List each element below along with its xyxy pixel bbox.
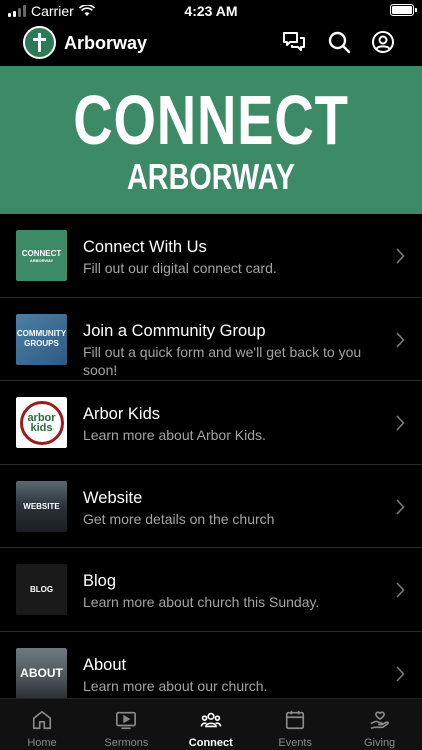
list-item-title: Website <box>83 488 143 507</box>
list-item-title: Join a Community Group <box>83 321 266 340</box>
arbor-kids-logo: arbor kids <box>16 397 67 448</box>
tab-label: Events <box>278 737 312 749</box>
about-thumbnail: ABOUT <box>16 647 67 699</box>
tab-label: Home <box>27 737 57 749</box>
battery-icon <box>390 4 417 16</box>
tab-connect[interactable]: Connect <box>169 699 253 750</box>
list-item-subtitle: Learn more about church this Sunday. <box>83 594 320 610</box>
thumb-text: BLOG <box>29 585 54 594</box>
banner-title: CONNECT <box>73 81 349 159</box>
website-thumbnail: WEBSITE <box>16 480 67 532</box>
thumb-text: arbor kids <box>27 411 56 434</box>
church-logo[interactable] <box>23 26 56 59</box>
list-item-subtitle: Learn more about Arbor Kids. <box>83 427 266 443</box>
status-time: 4:23 AM <box>184 3 238 19</box>
chevron-right-icon <box>396 665 405 682</box>
app-title: Arborway <box>64 33 148 53</box>
list-item-title: Arbor Kids <box>83 405 161 423</box>
tab-events[interactable]: Events <box>253 699 337 750</box>
list-item-subtitle: Fill out a quick form and we'll get back… <box>83 343 362 378</box>
list-item-title: Blog <box>83 572 117 590</box>
connect-banner: CONNECT ARBORWAY <box>0 66 422 214</box>
chevron-right-icon <box>396 415 405 431</box>
tab-label: Giving <box>364 737 396 749</box>
tab-label: Sermons <box>104 737 149 749</box>
thumb-text: WEBSITE <box>23 501 60 511</box>
connect-list: CONNECT ARBORWAY Connect With Us Fill out… <box>0 214 422 715</box>
profile-icon[interactable] <box>371 30 395 54</box>
connect-thumbnail: CONNECT ARBORWAY <box>16 230 67 281</box>
chevron-right-icon <box>396 248 405 264</box>
tab-home[interactable]: Home <box>0 699 84 750</box>
tab-giving[interactable]: Giving <box>338 699 422 750</box>
chevron-right-icon <box>396 331 405 348</box>
tab-bar: Home Sermons Connect Events Giving <box>0 698 422 750</box>
thumb-text: COMMUNITY GROUPS <box>16 329 67 348</box>
people-icon <box>200 712 222 728</box>
list-item-subtitle: Learn more about our church. <box>83 677 268 694</box>
calendar-icon <box>286 710 305 730</box>
banner-subtitle: ARBORWAY <box>126 156 296 197</box>
list-item-subtitle: Fill out our digital connect card. <box>83 260 277 276</box>
video-icon <box>116 711 137 730</box>
chevron-right-icon <box>396 498 405 515</box>
list-item-subtitle: Get more details on the church <box>83 510 275 527</box>
home-icon <box>32 710 52 730</box>
app-header: Arborway <box>0 22 422 66</box>
thumb-text: CONNECT <box>21 248 62 258</box>
chat-icon[interactable] <box>282 30 306 54</box>
list-item-connect-with-us[interactable]: CONNECT ARBORWAY Connect With Us Fill out… <box>0 214 422 298</box>
tab-label: Connect <box>188 737 233 749</box>
list-item-title: About <box>83 655 127 674</box>
community-groups-thumbnail: COMMUNITY GROUPS <box>16 313 67 365</box>
tab-sermons[interactable]: Sermons <box>84 699 168 750</box>
list-item-title: Connect With Us <box>83 238 207 256</box>
search-icon[interactable] <box>327 30 351 54</box>
list-item-arbor-kids[interactable]: arbor kids Arbor Kids Learn more about A… <box>0 381 422 465</box>
list-item-website[interactable]: WEBSITE Website Get more details on the … <box>0 465 422 548</box>
status-bar: Carrier 4:23 AM <box>0 0 422 22</box>
blog-thumbnail: BLOG <box>16 564 67 615</box>
chevron-right-icon <box>396 582 405 598</box>
thumb-text: ABOUT <box>20 666 63 680</box>
list-item-blog[interactable]: BLOG Blog Learn more about church this S… <box>0 548 422 632</box>
thumb-small-text: ARBORWAY <box>29 257 54 263</box>
list-item-community-group[interactable]: COMMUNITY GROUPS Join a Community Group … <box>0 298 422 381</box>
giving-icon <box>370 711 389 730</box>
